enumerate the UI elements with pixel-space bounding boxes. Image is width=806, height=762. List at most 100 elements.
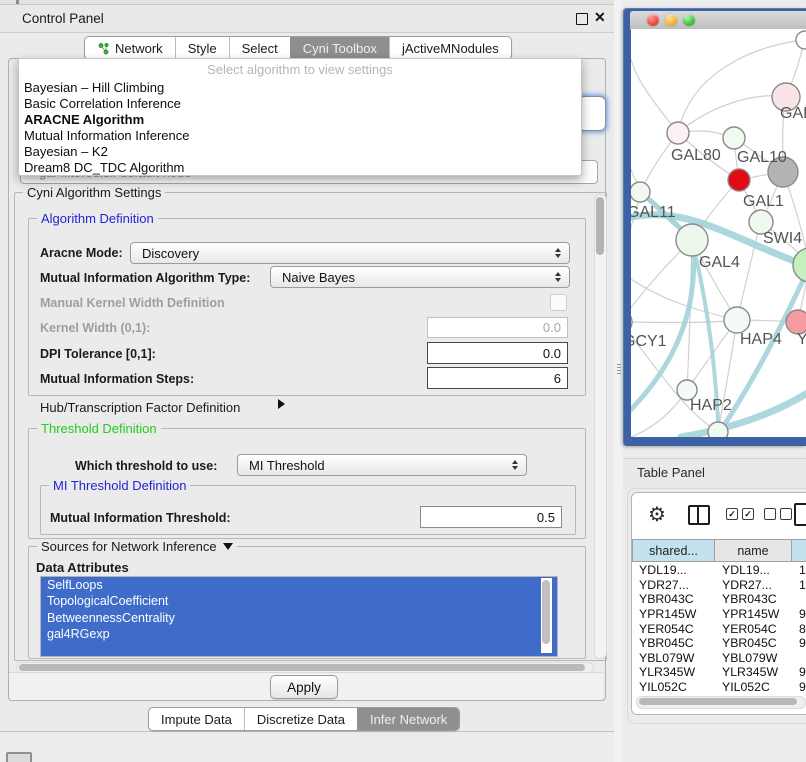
- add-column-icon[interactable]: [794, 503, 806, 526]
- apply-button[interactable]: Apply: [270, 675, 338, 699]
- table-cell: YLR345W: [715, 665, 792, 680]
- node-label: GAL10: [737, 149, 787, 166]
- attribute-item[interactable]: SelfLoops: [41, 577, 557, 593]
- divider-grip-icon[interactable]: [617, 364, 621, 376]
- network-node[interactable]: [723, 127, 745, 149]
- attribute-item[interactable]: gal4RGexp: [41, 626, 557, 642]
- settings-scrollbar[interactable]: [594, 194, 607, 659]
- table-cell: YDR27...: [715, 578, 792, 593]
- table-hscrollbar-thumb[interactable]: [639, 698, 797, 705]
- column-header[interactable]: shared...: [632, 539, 715, 562]
- network-node[interactable]: [667, 122, 689, 144]
- expand-arrow-icon[interactable]: [278, 399, 285, 409]
- algorithm-option[interactable]: Bayesian – K2: [19, 143, 581, 159]
- mi-threshold-field[interactable]: 0.5: [420, 506, 562, 528]
- table-row[interactable]: YLR345WYLR345W9.: [632, 665, 806, 680]
- dpi-tolerance-field[interactable]: 0.0: [427, 342, 568, 364]
- zoom-traffic-light-icon[interactable]: [683, 14, 695, 26]
- settings-scrollbar-thumb[interactable]: [596, 197, 604, 255]
- tab-network[interactable]: Network: [85, 37, 175, 59]
- tab-discretize-data[interactable]: Discretize Data: [244, 708, 357, 730]
- table-cell: YDL19...: [715, 563, 792, 578]
- table-cell: 8.: [792, 621, 806, 636]
- table-cell: YIL052C: [715, 680, 792, 695]
- table-row[interactable]: YBR043CYBR043C: [632, 592, 806, 607]
- attributes-scrollbar-thumb[interactable]: [542, 580, 550, 644]
- table-row[interactable]: YER054CYER054C8.: [632, 621, 806, 636]
- aracne-mode-value: Discovery: [142, 246, 199, 261]
- table-cell: YPR145W: [715, 607, 792, 622]
- tab-cyni-toolbox[interactable]: Cyni Toolbox: [290, 37, 389, 59]
- network-edge[interactable]: [718, 320, 737, 432]
- settings-hscrollbar-thumb[interactable]: [19, 664, 585, 671]
- aracne-mode-combo[interactable]: Discovery: [130, 242, 570, 264]
- table-row[interactable]: YDR27...YDR27...12: [632, 578, 806, 593]
- mi-steps-field[interactable]: 6: [427, 367, 568, 389]
- network-node[interactable]: [796, 31, 806, 49]
- column-header[interactable]: A: [792, 539, 806, 562]
- network-node[interactable]: [728, 169, 750, 191]
- split-divider[interactable]: [614, 0, 623, 762]
- network-node[interactable]: [708, 422, 728, 437]
- manual-kernel-checkbox[interactable]: [550, 294, 567, 311]
- which-threshold-combo[interactable]: MI Threshold: [237, 454, 527, 476]
- stepper-arrows-icon: [512, 460, 518, 470]
- table-rows: YDL19...YDL19...13YDR27...YDR27...12YBR0…: [632, 563, 806, 694]
- table-row[interactable]: YDL19...YDL19...13: [632, 563, 806, 578]
- mi-type-combo[interactable]: Naive Bayes: [270, 266, 570, 288]
- network-edge[interactable]: [631, 59, 678, 133]
- tab-jactivemnodules[interactable]: jActiveMNodules: [389, 37, 511, 59]
- attribute-item[interactable]: [41, 642, 557, 657]
- network-node[interactable]: [724, 307, 750, 333]
- table-cell: YBR045C: [715, 636, 792, 651]
- table-row[interactable]: YBL079WYBL079W: [632, 651, 806, 666]
- attributes-scrollbar[interactable]: [541, 578, 552, 653]
- minimized-panel-icon[interactable]: [6, 752, 32, 762]
- deselect-all-icon[interactable]: [764, 508, 792, 520]
- close-icon[interactable]: ✕: [594, 9, 606, 26]
- table-row[interactable]: YPR145WYPR145W9.: [632, 607, 806, 622]
- table-row[interactable]: YIL052CYIL052C9: [632, 680, 806, 695]
- panel-columns-icon[interactable]: [688, 505, 710, 525]
- collapse-arrow-icon[interactable]: [223, 543, 233, 550]
- network-graph[interactable]: GALGAL80GAL10GAL1GAL11SWI4GAL4GCY1HAP4YH…: [631, 29, 806, 437]
- table-settings-gear-icon[interactable]: ⚙: [648, 502, 666, 527]
- network-edge[interactable]: [631, 279, 737, 320]
- table-row[interactable]: YBR045CYBR045C9.: [632, 636, 806, 651]
- float-window-icon[interactable]: [576, 13, 588, 25]
- tab-impute-data[interactable]: Impute Data: [149, 708, 244, 730]
- node-label: GAL80: [671, 147, 721, 164]
- network-node[interactable]: [676, 224, 708, 256]
- minimize-traffic-light-icon[interactable]: [665, 14, 677, 26]
- table-cell: YBR043C: [715, 592, 792, 607]
- network-view-window[interactable]: GALGAL80GAL10GAL1GAL11SWI4GAL4GCY1HAP4YH…: [623, 8, 806, 446]
- tab-label: Network: [115, 41, 163, 56]
- network-node[interactable]: [631, 182, 650, 202]
- select-all-icon[interactable]: ✓✓: [726, 508, 754, 520]
- table-cell: 9.: [792, 665, 806, 680]
- algorithm-option[interactable]: Mutual Information Inference: [19, 127, 581, 143]
- tab-select[interactable]: Select: [229, 37, 290, 59]
- algorithm-option[interactable]: Bayesian – Hill Climbing: [19, 79, 581, 95]
- algorithm-option[interactable]: ARACNE Algorithm: [19, 111, 581, 127]
- table-cell: YLR345W: [632, 665, 715, 680]
- algorithm-option[interactable]: Dream8 DC_TDC Algorithm: [19, 159, 581, 175]
- control-panel-title: Control Panel: [22, 11, 104, 26]
- table-hscrollbar[interactable]: [636, 696, 806, 709]
- attribute-item[interactable]: TopologicalCoefficient: [41, 593, 557, 609]
- network-window-titlebar[interactable]: [630, 11, 806, 30]
- network-node[interactable]: [793, 248, 806, 282]
- cyni-mode-tabs: Impute DataDiscretize DataInfer Network: [148, 707, 460, 731]
- kernel-width-label: Kernel Width (0,1):: [40, 321, 150, 335]
- attribute-item[interactable]: BetweennessCentrality: [41, 610, 557, 626]
- network-node[interactable]: [631, 310, 632, 334]
- control-panel-window: Control Panel ✕ Network StyleSelectCyni T…: [0, 0, 615, 732]
- tab-style[interactable]: Style: [175, 37, 229, 59]
- close-traffic-light-icon[interactable]: [647, 14, 659, 26]
- data-attributes-list[interactable]: SelfLoopsTopologicalCoefficientBetweenne…: [40, 576, 558, 657]
- table-cell: 9.: [792, 636, 806, 651]
- tab-infer-network[interactable]: Infer Network: [357, 708, 459, 730]
- network-canvas[interactable]: GALGAL80GAL10GAL1GAL11SWI4GAL4GCY1HAP4YH…: [631, 29, 806, 437]
- column-header[interactable]: name: [715, 539, 792, 562]
- algorithm-option[interactable]: Basic Correlation Inference: [19, 95, 581, 111]
